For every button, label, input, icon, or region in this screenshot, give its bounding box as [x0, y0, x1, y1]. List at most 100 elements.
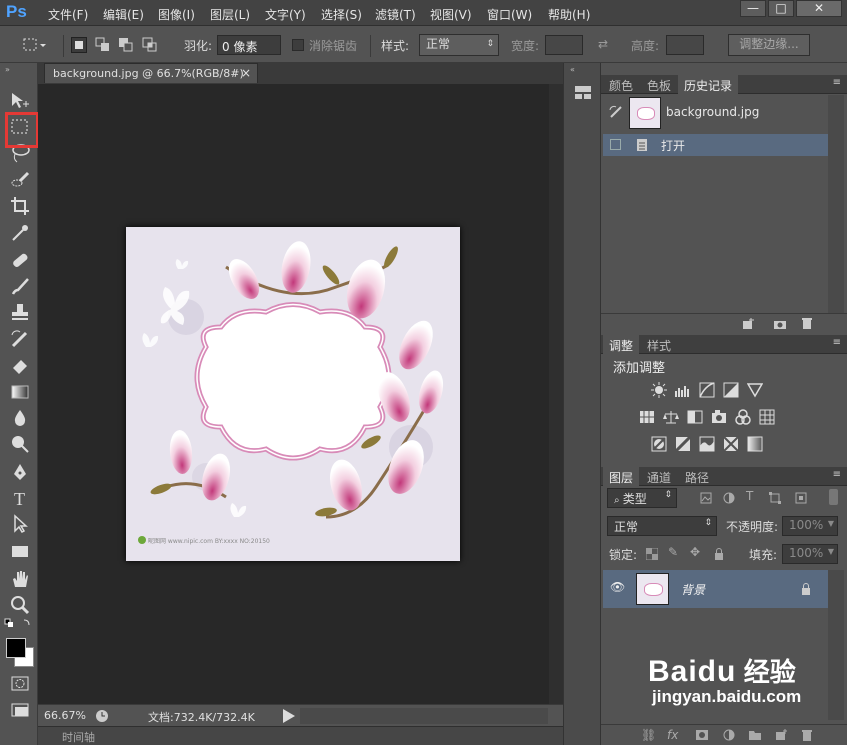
history-brush-source-icon[interactable] [609, 105, 623, 119]
history-brush-tool-icon[interactable] [9, 328, 31, 350]
healing-brush-tool-icon[interactable] [9, 249, 31, 271]
path-selection-tool-icon[interactable] [9, 513, 31, 535]
filter-smart-object-icon[interactable] [795, 492, 807, 504]
tab-adjustments[interactable]: 调整 [603, 335, 640, 354]
snapshot-camera-icon[interactable] [773, 318, 787, 330]
tab-color[interactable]: 颜色 [603, 75, 639, 94]
timeline-panel-bar[interactable]: 时间轴 [38, 726, 563, 745]
opacity-input[interactable]: 100% ▼ [782, 516, 838, 536]
tab-swatches[interactable]: 色板 [641, 75, 677, 94]
height-input[interactable] [666, 35, 704, 55]
status-info-icon[interactable] [95, 709, 109, 723]
brush-tool-icon[interactable] [9, 275, 31, 297]
filter-pixel-icon[interactable] [700, 492, 712, 504]
refine-edge-button[interactable]: 调整边缘... [728, 34, 810, 56]
default-colors-icon[interactable] [4, 618, 36, 630]
layer-row[interactable]: 👁 背景 [603, 570, 828, 608]
zoom-level[interactable]: 66.67% [44, 709, 86, 722]
delete-state-icon[interactable] [801, 317, 813, 330]
menu-help[interactable]: 帮助(H) [548, 6, 590, 23]
properties-icon[interactable] [574, 85, 592, 105]
foreground-color-swatch[interactable] [6, 638, 26, 658]
crop-tool-icon[interactable] [9, 195, 31, 217]
invert-icon[interactable] [651, 436, 667, 452]
tab-channels[interactable]: 通道 [641, 467, 677, 486]
menu-image[interactable]: 图像(I) [158, 6, 195, 23]
close-button[interactable]: ✕ [796, 0, 842, 17]
clone-stamp-tool-icon[interactable] [9, 301, 31, 323]
blend-mode-dropdown[interactable]: 正常 ⇕ [607, 516, 717, 536]
posterize-icon[interactable] [675, 436, 691, 452]
color-lookup-icon[interactable] [759, 409, 775, 425]
filter-adjustment-icon[interactable] [723, 492, 735, 504]
add-selection-icon[interactable] [95, 37, 111, 53]
menu-type[interactable]: 文字(Y) [265, 6, 306, 23]
expand-arrows-icon[interactable]: « [570, 65, 575, 74]
hand-tool-icon[interactable] [9, 568, 31, 590]
layers-menu-icon[interactable]: ≡ [833, 469, 841, 480]
threshold-icon[interactable] [699, 436, 715, 452]
layer-style-fx-icon[interactable]: fx [667, 728, 678, 742]
gradient-tool-icon[interactable] [9, 381, 31, 403]
adjustments-menu-icon[interactable]: ≡ [833, 337, 841, 348]
color-balance-icon[interactable] [663, 409, 679, 425]
type-tool-icon[interactable]: T [9, 487, 31, 509]
swap-icon[interactable]: ⇄ [598, 37, 608, 51]
lock-position-icon[interactable]: ✥ [690, 545, 700, 559]
new-layer-icon[interactable] [775, 729, 787, 741]
width-input[interactable] [545, 35, 583, 55]
channel-mixer-icon[interactable] [735, 409, 751, 425]
hue-saturation-icon[interactable] [639, 409, 655, 425]
levels-icon[interactable] [675, 382, 691, 398]
brightness-contrast-icon[interactable] [651, 382, 667, 398]
close-tab-icon[interactable]: × [241, 66, 251, 80]
collapse-arrows-icon[interactable]: » [5, 65, 10, 74]
layers-scrollbar[interactable] [828, 570, 844, 720]
opacity-arrow-icon[interactable]: ▼ [828, 519, 834, 528]
maximize-button[interactable]: □ [768, 0, 794, 17]
move-tool-icon[interactable] [9, 90, 31, 112]
tab-paths[interactable]: 路径 [679, 467, 715, 486]
history-scrollbar[interactable] [828, 95, 844, 313]
document-image[interactable]: 昵图网 www.nipic.com BY:xxxx NO:20150 [126, 227, 460, 561]
new-adjustment-layer-icon[interactable] [723, 729, 735, 741]
new-document-from-state-icon[interactable] [741, 318, 755, 330]
antialias-checkbox[interactable] [292, 39, 304, 51]
add-mask-icon[interactable] [696, 729, 708, 741]
menu-filter[interactable]: 滤镜(T) [375, 6, 416, 23]
vibrance-icon[interactable] [747, 382, 763, 398]
status-menu-arrow-icon[interactable] [283, 709, 295, 723]
layer-kind-filter[interactable]: ⌕ 类型 ⇕ [607, 488, 677, 508]
quick-selection-tool-icon[interactable] [9, 169, 31, 191]
gradient-map-icon[interactable] [747, 436, 763, 452]
history-step-row[interactable]: 打开 [603, 134, 828, 156]
lock-image-pixels-icon[interactable]: ✎ [668, 545, 678, 559]
minimize-button[interactable]: — [740, 0, 766, 17]
quick-mask-icon[interactable] [9, 673, 31, 695]
tab-layers[interactable]: 图层 [603, 467, 640, 486]
document-tab[interactable]: background.jpg @ 66.7%(RGB/8#) × [44, 63, 258, 83]
link-layers-icon[interactable]: ⛓ [641, 728, 656, 742]
screen-mode-icon[interactable] [9, 699, 31, 721]
style-dropdown[interactable]: 正常 ⇕ [419, 34, 499, 56]
layer-visibility-eye-icon[interactable]: 👁 [610, 580, 625, 594]
eraser-tool-icon[interactable] [9, 354, 31, 376]
subtract-selection-icon[interactable] [118, 37, 134, 53]
lock-all-icon[interactable] [713, 548, 725, 560]
filter-type-icon[interactable]: T [746, 489, 753, 503]
tab-history[interactable]: 历史记录 [678, 75, 739, 94]
horizontal-scrollbar[interactable] [300, 708, 548, 724]
photo-filter-icon[interactable] [711, 409, 727, 425]
menu-layer[interactable]: 图层(L) [210, 6, 250, 23]
fill-input[interactable]: 100% ▼ [782, 544, 838, 564]
delete-layer-icon[interactable] [801, 729, 813, 741]
new-group-icon[interactable] [749, 729, 761, 741]
menu-file[interactable]: 文件(F) [48, 6, 88, 23]
exposure-icon[interactable] [723, 382, 739, 398]
history-step-checkbox[interactable] [610, 139, 621, 150]
menu-view[interactable]: 视图(V) [430, 6, 472, 23]
menu-window[interactable]: 窗口(W) [487, 6, 532, 23]
feather-input[interactable]: 0 像素 [217, 35, 281, 55]
panel-menu-icon[interactable]: ≡ [833, 77, 841, 88]
fill-arrow-icon[interactable]: ▼ [828, 547, 834, 556]
